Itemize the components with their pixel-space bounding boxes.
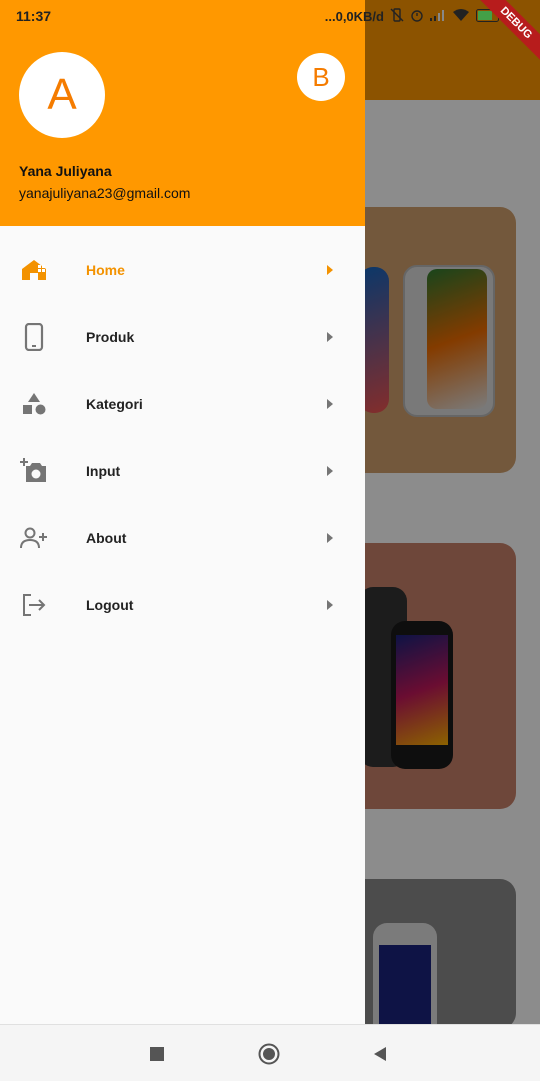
menu-item-label: About: [86, 529, 127, 546]
alarm-icon: [410, 8, 424, 25]
status-bar: 11:37 ...0,0KB/d: [0, 0, 540, 33]
menu-item-label: Kategori: [86, 395, 143, 412]
network-speed: ...0,0KB/d: [324, 9, 384, 24]
status-icons: ...0,0KB/d: [325, 8, 516, 25]
menu-item-about[interactable]: About: [0, 504, 365, 571]
person-add-icon: [20, 524, 48, 552]
back-icon[interactable]: [369, 1043, 391, 1065]
vibrate-off-icon: [390, 8, 404, 25]
menu-item-home[interactable]: Home: [0, 236, 365, 303]
menu-item-label: Home: [86, 261, 125, 278]
user-avatar[interactable]: A: [19, 52, 105, 138]
logout-icon: [20, 591, 48, 619]
status-time: 11:37: [16, 8, 52, 24]
chevron-right-icon: [327, 532, 333, 543]
account-name: Yana Juliyana: [19, 163, 112, 179]
menu-item-kategori[interactable]: Kategori: [0, 370, 365, 437]
signal-icon: [430, 9, 446, 24]
menu-item-label: Logout: [86, 596, 134, 613]
menu-item-input[interactable]: Input: [0, 437, 365, 504]
category-icon: [20, 390, 48, 418]
recent-apps-icon[interactable]: [146, 1043, 168, 1065]
system-nav-bar: [0, 1024, 540, 1081]
chevron-right-icon: [327, 398, 333, 409]
wifi-icon: [452, 8, 470, 25]
menu-item-label: Produk: [86, 328, 135, 345]
chevron-right-icon: [327, 465, 333, 476]
add-photo-icon: [20, 457, 48, 485]
menu-item-logout[interactable]: Logout: [0, 571, 365, 638]
chevron-right-icon: [327, 264, 333, 275]
menu-item-label: Input: [86, 462, 121, 479]
drawer-menu: Home Produk Kategori Input About Logout: [0, 236, 365, 638]
navigation-drawer: A B Yana Juliyana yanajuliyana23@gmail.c…: [0, 0, 365, 1024]
chevron-right-icon: [327, 599, 333, 610]
account-email: yanajuliyana23@gmail.com: [19, 185, 191, 201]
secondary-account-avatar[interactable]: B: [297, 53, 345, 101]
home-icon: [20, 256, 48, 284]
drawer-header: A B Yana Juliyana yanajuliyana23@gmail.c…: [0, 0, 365, 226]
menu-item-produk[interactable]: Produk: [0, 303, 365, 370]
chevron-right-icon: [327, 331, 333, 342]
smartphone-icon: [20, 322, 48, 351]
home-button-icon[interactable]: [258, 1043, 280, 1065]
